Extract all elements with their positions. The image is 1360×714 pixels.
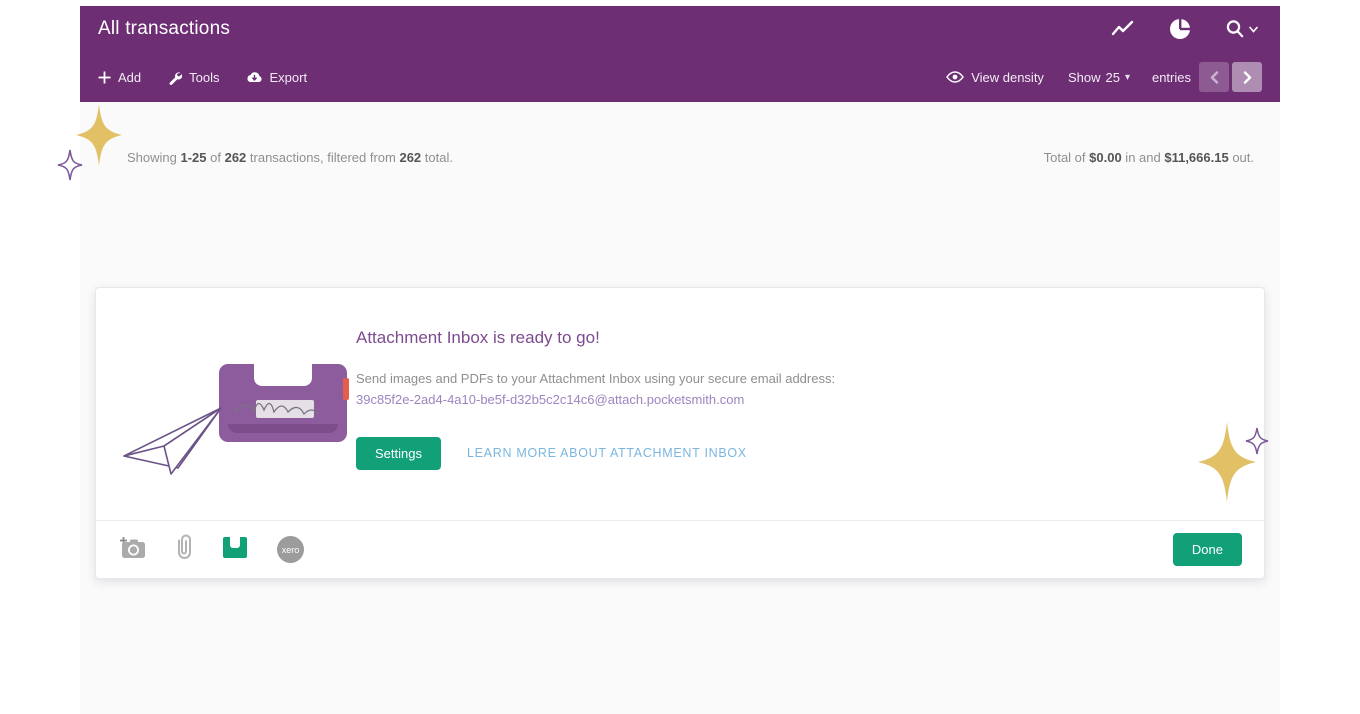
eye-icon [946,71,964,83]
page-size-value: 25 [1105,70,1119,85]
settings-button[interactable]: Settings [356,437,441,470]
xero-icon[interactable]: xero [277,536,304,563]
attachment-tools: xero [118,534,304,565]
chevron-left-icon [1210,71,1219,84]
card-title: Attachment Inbox is ready to go! [356,328,1224,348]
card-body: Attachment Inbox is ready to go! Send im… [96,288,1264,520]
learn-more-link[interactable]: LEARN MORE ABOUT ATTACHMENT INBOX [467,446,747,460]
inbox-icon[interactable] [223,537,247,563]
search-caret-icon [1249,26,1258,33]
view-density-label: View density [971,70,1044,85]
paperclip-icon[interactable] [176,534,193,565]
camera-icon[interactable] [118,535,146,564]
title-row: All transactions [80,6,1280,52]
toolbar-row: Add Tools Export View density [80,52,1280,102]
top-bar: All transactions [80,6,1280,102]
export-button[interactable]: Export [246,70,308,85]
trend-chart-icon[interactable] [1111,20,1135,38]
tools-button[interactable]: Tools [167,70,219,85]
card-text: Attachment Inbox is ready to go! Send im… [356,328,1224,486]
toolbar-right: View density Show 25 ▾ entries [946,62,1262,92]
entries-label: entries [1152,70,1191,85]
add-label: Add [118,70,141,85]
attachment-email: 39c85f2e-2ad4-4a10-be5f-d32b5c2c14c6@att… [356,389,1224,410]
add-button[interactable]: Add [98,70,141,85]
page-size-select[interactable]: Show 25 ▾ [1068,70,1130,85]
done-wrap: Done [1173,533,1242,566]
next-page-button[interactable] [1232,62,1262,92]
pagination [1199,62,1262,92]
attachment-inbox-card: Attachment Inbox is ready to go! Send im… [95,287,1265,579]
content-column: All transactions [80,0,1280,714]
tools-label: Tools [189,70,219,85]
pie-chart-icon[interactable] [1169,18,1191,40]
chevron-right-icon [1243,71,1252,84]
page-size-caret-icon: ▾ [1125,72,1130,83]
show-label: Show [1068,70,1101,85]
attachment-inbox-illustration [116,328,356,486]
totals-summary: Total of $0.00 in and $11,666.15 out. [1044,150,1254,165]
view-density-button[interactable]: View density [946,70,1044,85]
search-icon[interactable] [1225,19,1258,39]
card-actions: Settings LEARN MORE ABOUT ATTACHMENT INB… [356,437,1224,470]
export-label: Export [270,70,308,85]
plus-icon [98,71,111,84]
card-footer: xero Done [96,520,1264,578]
page: All transactions [0,0,1360,714]
card-description: Send images and PDFs to your Attachment … [356,368,1224,389]
prev-page-button[interactable] [1199,62,1229,92]
header-icon-group [1111,18,1258,40]
wrench-icon [167,70,182,85]
summary-row: Showing 1-25 of 262 transactions, filter… [80,102,1280,191]
showing-summary: Showing 1-25 of 262 transactions, filter… [127,150,453,165]
page-title: All transactions [98,18,230,40]
done-button[interactable]: Done [1173,533,1242,566]
cloud-download-icon [246,71,263,84]
